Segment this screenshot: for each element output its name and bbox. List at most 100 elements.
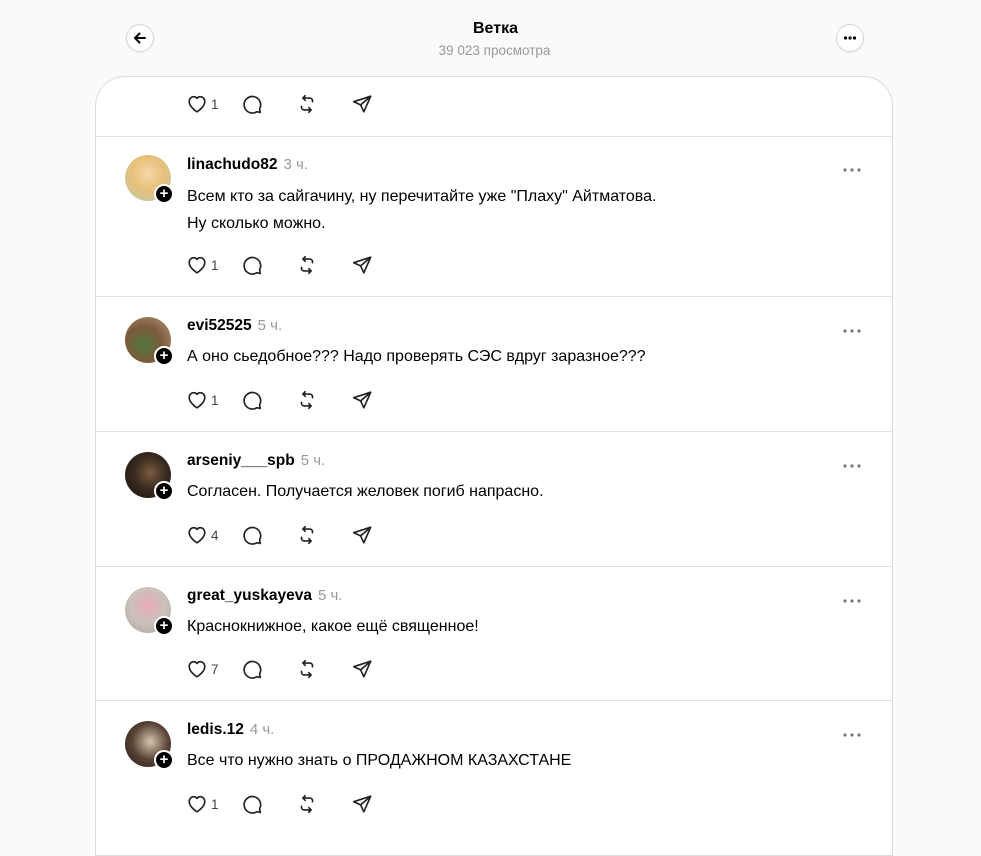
like-button[interactable]: 1 bbox=[186, 388, 241, 412]
comment-icon bbox=[243, 660, 262, 679]
send-icon bbox=[352, 660, 372, 678]
send-icon bbox=[352, 391, 372, 409]
send-icon bbox=[352, 95, 372, 113]
like-count: 1 bbox=[211, 796, 219, 812]
heart-icon bbox=[188, 95, 206, 113]
heart-icon bbox=[188, 526, 206, 544]
share-button[interactable] bbox=[351, 657, 381, 681]
comment-icon bbox=[243, 256, 262, 275]
reply-button[interactable] bbox=[241, 253, 296, 277]
heart-icon bbox=[188, 795, 206, 813]
repost-icon bbox=[300, 94, 314, 114]
post-time: 3 ч. bbox=[283, 156, 308, 173]
reply-post: + great_yuskayeva 5 ч. Краснокнижное, как… bbox=[96, 567, 892, 701]
post-author[interactable]: great_yuskayeva 5 ч. bbox=[187, 587, 342, 605]
more-horizontal-icon bbox=[843, 36, 857, 40]
post-author[interactable]: ledis.12 4 ч. bbox=[187, 721, 274, 739]
username[interactable]: arseniy___spb bbox=[187, 452, 295, 469]
like-count: 4 bbox=[211, 527, 219, 543]
like-button[interactable]: 1 bbox=[186, 92, 241, 116]
reply-button[interactable] bbox=[241, 657, 296, 681]
post-text: Все что нужно знать о ПРОДАЖНОМ КАЗАХСТА… bbox=[187, 752, 572, 769]
repost-icon bbox=[300, 255, 314, 275]
repost-button[interactable] bbox=[296, 92, 351, 116]
post-more-button[interactable] bbox=[842, 591, 862, 603]
like-count: 1 bbox=[211, 392, 219, 408]
thread-more-button[interactable] bbox=[836, 24, 864, 52]
thread-header: Ветка 39 023 просмотра bbox=[0, 0, 981, 76]
page-title: Ветка bbox=[473, 20, 518, 37]
more-horizontal-icon bbox=[843, 599, 861, 603]
like-count: 1 bbox=[211, 257, 219, 273]
post-time: 4 ч. bbox=[249, 721, 275, 738]
like-button[interactable]: 1 bbox=[186, 253, 241, 277]
reply-button[interactable] bbox=[241, 792, 296, 816]
post-more-button[interactable] bbox=[842, 456, 862, 468]
heart-icon bbox=[188, 256, 206, 274]
like-button[interactable]: 7 bbox=[186, 657, 241, 681]
plus-icon[interactable]: + bbox=[154, 184, 174, 204]
comment-icon bbox=[243, 795, 262, 814]
reply-button[interactable] bbox=[241, 388, 296, 412]
more-horizontal-icon bbox=[843, 168, 861, 172]
post-text: Согласен. Получается желовек погиб напра… bbox=[187, 483, 544, 500]
heart-icon bbox=[188, 391, 206, 409]
post-text: Краснокнижное, какое ещё священное! bbox=[187, 618, 479, 635]
post-more-button[interactable] bbox=[842, 725, 862, 737]
plus-icon[interactable]: + bbox=[154, 481, 174, 501]
share-button[interactable] bbox=[351, 792, 381, 816]
reply-post: + ledis.12 4 ч. Все что нужно знать о ПРО… bbox=[96, 701, 892, 855]
more-horizontal-icon bbox=[843, 464, 861, 468]
parent-post-actions: 1 bbox=[96, 77, 892, 137]
avatar[interactable]: + bbox=[125, 721, 174, 770]
post-time: 5 ч. bbox=[317, 587, 343, 604]
comment-icon bbox=[243, 391, 262, 410]
action-bar: 7 bbox=[186, 657, 381, 681]
plus-icon[interactable]: + bbox=[154, 346, 174, 366]
post-author[interactable]: evi52525 5 ч. bbox=[187, 317, 282, 335]
share-button[interactable] bbox=[351, 92, 381, 116]
comment-icon bbox=[243, 526, 262, 545]
like-button[interactable]: 4 bbox=[186, 523, 241, 547]
repost-button[interactable] bbox=[296, 792, 351, 816]
share-button[interactable] bbox=[351, 253, 381, 277]
action-bar: 4 bbox=[186, 523, 381, 547]
post-author[interactable]: arseniy___spb 5 ч. bbox=[187, 452, 325, 470]
comment-icon bbox=[243, 95, 262, 114]
thread-card: 1 + linachudo82 3 ч. Всем кто за сайгачин… bbox=[95, 76, 893, 856]
action-bar: 1 bbox=[186, 388, 381, 412]
post-text: Всем кто за сайгачину, ну перечитайте уж… bbox=[187, 188, 657, 232]
action-bar: 1 bbox=[186, 792, 381, 816]
username[interactable]: linachudo82 bbox=[187, 156, 277, 173]
avatar[interactable]: + bbox=[125, 317, 174, 366]
repost-icon bbox=[300, 390, 314, 410]
post-more-button[interactable] bbox=[842, 160, 862, 172]
action-bar: 1 bbox=[186, 253, 381, 277]
like-count: 7 bbox=[211, 661, 219, 677]
send-icon bbox=[352, 795, 372, 813]
post-author[interactable]: linachudo82 3 ч. bbox=[187, 156, 308, 174]
plus-icon[interactable]: + bbox=[154, 750, 174, 770]
reply-button[interactable] bbox=[241, 523, 296, 547]
post-more-button[interactable] bbox=[842, 321, 862, 333]
repost-button[interactable] bbox=[296, 388, 351, 412]
repost-icon bbox=[300, 525, 314, 545]
repost-button[interactable] bbox=[296, 253, 351, 277]
username[interactable]: great_yuskayeva bbox=[187, 587, 312, 604]
username[interactable]: evi52525 bbox=[187, 317, 252, 334]
repost-button[interactable] bbox=[296, 523, 351, 547]
plus-icon[interactable]: + bbox=[154, 616, 174, 636]
like-count: 1 bbox=[211, 96, 219, 112]
avatar[interactable]: + bbox=[125, 155, 174, 204]
repost-icon bbox=[300, 794, 314, 814]
avatar[interactable]: + bbox=[125, 452, 174, 501]
share-button[interactable] bbox=[351, 523, 381, 547]
like-button[interactable]: 1 bbox=[186, 792, 241, 816]
post-time: 5 ч. bbox=[257, 317, 283, 334]
reply-post: + evi52525 5 ч. А оно сьедобное??? Надо п… bbox=[96, 297, 892, 432]
share-button[interactable] bbox=[351, 388, 381, 412]
username[interactable]: ledis.12 bbox=[187, 721, 244, 738]
repost-button[interactable] bbox=[296, 657, 351, 681]
reply-button[interactable] bbox=[241, 92, 296, 116]
avatar[interactable]: + bbox=[125, 587, 174, 636]
